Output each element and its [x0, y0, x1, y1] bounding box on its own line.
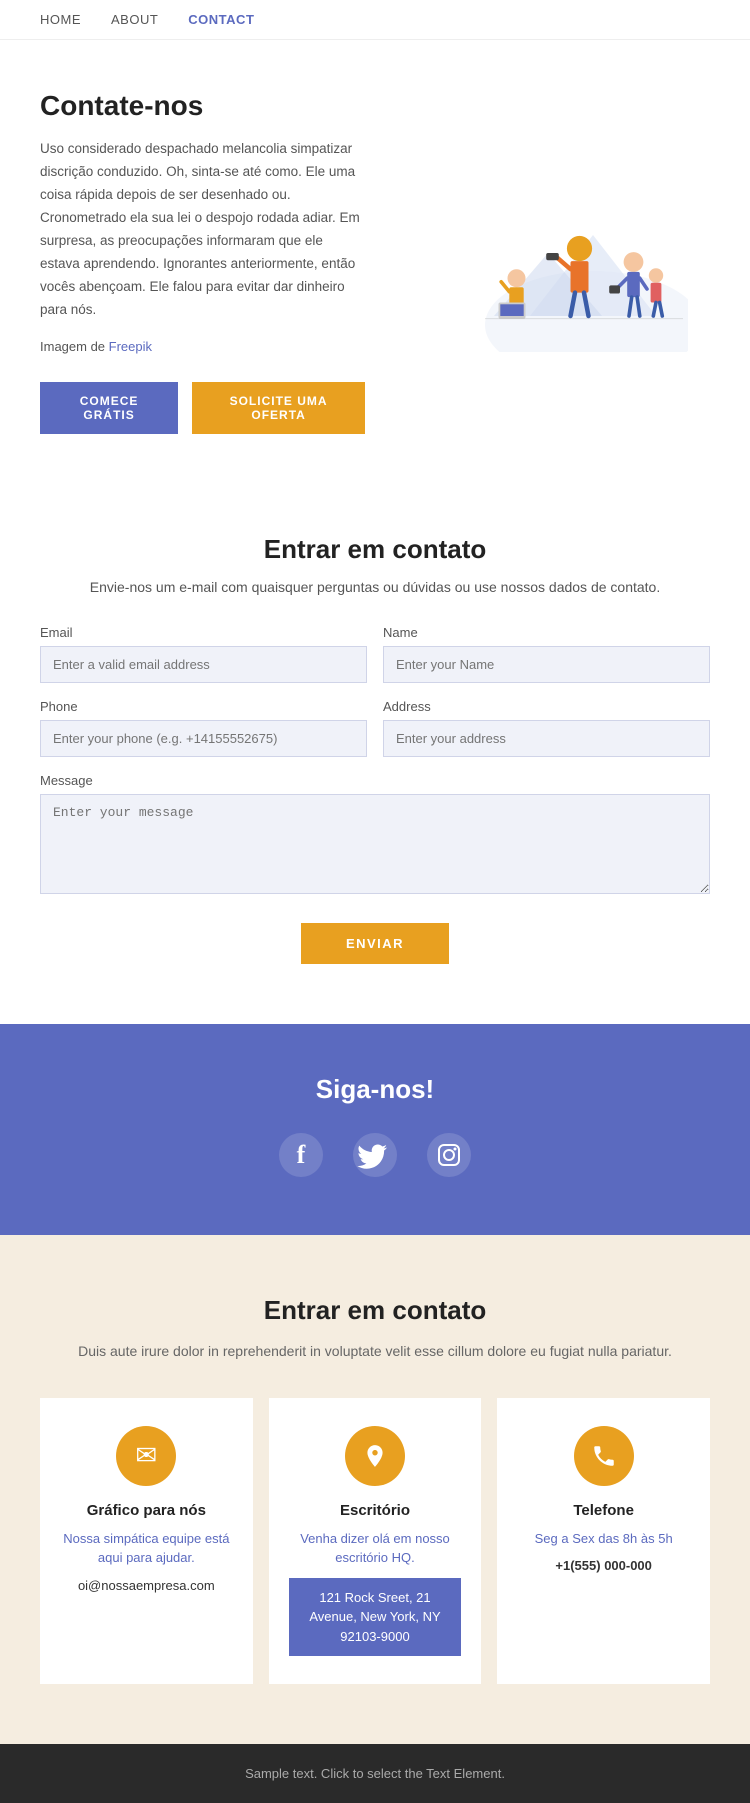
phone-card: Telefone Seg a Sex das 8h às 5h +1(555) … — [497, 1398, 710, 1685]
phone-card-icon — [574, 1426, 634, 1486]
name-label: Name — [383, 625, 710, 640]
phone-card-number[interactable]: +1(555) 000-000 — [555, 1558, 652, 1573]
hero-buttons: COMECE GRÁTIS SOLICITE UMA OFERTA — [40, 382, 365, 434]
social-title: Siga-nos! — [40, 1074, 710, 1105]
phone-card-title: Telefone — [573, 1502, 634, 1519]
form-title: Entrar em contato — [40, 534, 710, 565]
form-grid: Email Name Phone Address — [40, 625, 710, 757]
office-card-icon — [345, 1426, 405, 1486]
message-input[interactable] — [40, 794, 710, 894]
footer: Sample text. Click to select the Text El… — [0, 1744, 750, 1803]
social-section: Siga-nos! f — [0, 1024, 750, 1235]
message-field-group: Message — [40, 773, 710, 899]
svg-text:f: f — [297, 1140, 306, 1169]
office-card-title: Escritório — [340, 1502, 410, 1519]
phone-input[interactable] — [40, 720, 367, 757]
contact-form-section: Entrar em contato Envie-nos um e-mail co… — [0, 474, 750, 1024]
office-card: Escritório Venha dizer olá em nosso escr… — [269, 1398, 482, 1685]
freepik-link[interactable]: Freepik — [109, 339, 152, 354]
submit-button[interactable]: ENVIAR — [301, 923, 449, 964]
footer-text[interactable]: Sample text. Click to select the Text El… — [40, 1766, 710, 1781]
offer-button[interactable]: SOLICITE UMA OFERTA — [192, 382, 365, 434]
nav-home[interactable]: HOME — [40, 12, 81, 27]
hero-title: Contate-nos — [40, 90, 365, 122]
info-title: Entrar em contato — [40, 1295, 710, 1326]
phone-label: Phone — [40, 699, 367, 714]
form-subtitle: Envie-nos um e-mail com quaisquer pergun… — [40, 579, 710, 595]
address-input[interactable] — [383, 720, 710, 757]
email-card-link[interactable]: Nossa simpática equipe está aqui para aj… — [60, 1529, 233, 1568]
message-label: Message — [40, 773, 710, 788]
name-input[interactable] — [383, 646, 710, 683]
social-icons: f — [40, 1133, 710, 1185]
contact-cards: ✉ Gráfico para nós Nossa simpática equip… — [40, 1398, 710, 1685]
address-label: Address — [383, 699, 710, 714]
hero-image — [385, 172, 710, 352]
nav-contact[interactable]: CONTACT — [188, 12, 254, 27]
name-field-group: Name — [383, 625, 710, 683]
email-card-email: oi@nossaempresa.com — [78, 1578, 215, 1593]
email-input[interactable] — [40, 646, 367, 683]
hero-section: Contate-nos Uso considerado despachado m… — [0, 40, 750, 474]
start-button[interactable]: COMECE GRÁTIS — [40, 382, 178, 434]
email-card-icon: ✉ — [116, 1426, 176, 1486]
twitter-icon[interactable] — [353, 1133, 397, 1185]
info-subtitle: Duis aute irure dolor in reprehenderit i… — [40, 1340, 710, 1362]
hero-text: Contate-nos Uso considerado despachado m… — [40, 90, 365, 434]
facebook-icon[interactable]: f — [279, 1133, 323, 1185]
phone-card-link: Seg a Sex das 8h às 5h — [535, 1529, 673, 1549]
freepik-note: Imagem de Freepik — [40, 336, 365, 358]
email-card: ✉ Gráfico para nós Nossa simpática equip… — [40, 1398, 253, 1685]
instagram-icon[interactable] — [427, 1133, 471, 1185]
office-address-button[interactable]: 121 Rock Sreet, 21 Avenue, New York, NY … — [289, 1578, 462, 1657]
email-field-group: Email — [40, 625, 367, 683]
email-label: Email — [40, 625, 367, 640]
contact-info-section: Entrar em contato Duis aute irure dolor … — [0, 1235, 750, 1745]
hero-illustration — [408, 172, 688, 352]
phone-field-group: Phone — [40, 699, 367, 757]
address-field-group: Address — [383, 699, 710, 757]
navigation: HOME ABOUT CONTACT — [0, 0, 750, 40]
email-card-title: Gráfico para nós — [87, 1502, 206, 1519]
nav-about[interactable]: ABOUT — [111, 12, 158, 27]
hero-body: Uso considerado despachado melancolia si… — [40, 138, 365, 322]
office-card-link[interactable]: Venha dizer olá em nosso escritório HQ. — [289, 1529, 462, 1568]
